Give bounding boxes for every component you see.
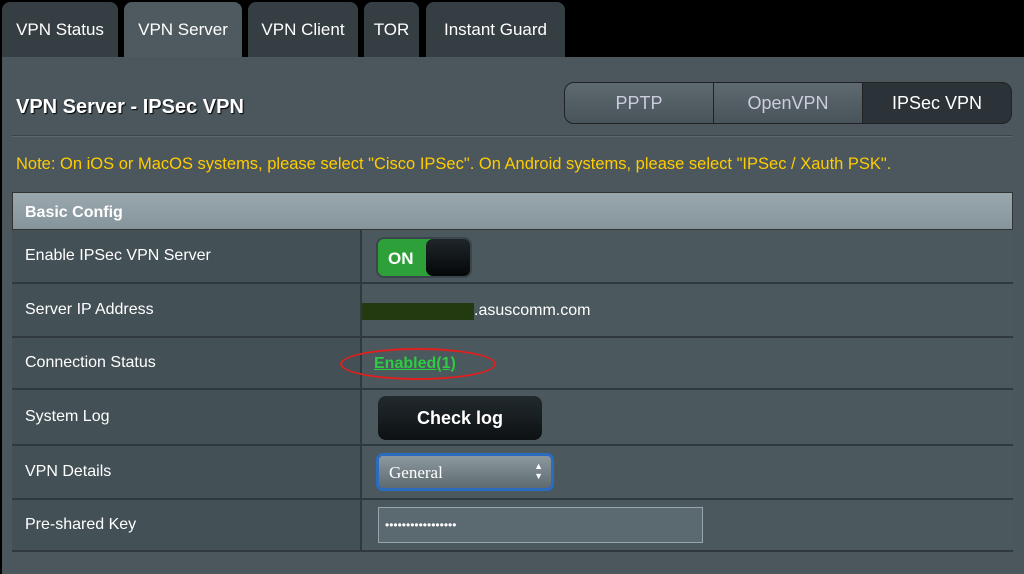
enable-toggle[interactable]: ON (376, 237, 472, 278)
select-value: General (389, 463, 443, 482)
protocol-ipsec[interactable]: IPSec VPN (862, 82, 1012, 124)
row-psk: Pre-shared Key (12, 500, 1013, 552)
label: System Log (12, 390, 362, 444)
tab-vpn-status[interactable]: VPN Status (2, 2, 118, 57)
tab-instant-guard[interactable]: Instant Guard (426, 2, 565, 57)
page-title: VPN Server - IPSec VPN (16, 96, 244, 118)
section-header: Basic Config (12, 192, 1013, 230)
toggle-knob (426, 239, 470, 276)
server-ip-value: .asuscomm.com (474, 302, 591, 319)
label: Enable IPSec VPN Server (12, 230, 362, 282)
row-server-ip: Server IP Address .asuscomm.com (12, 284, 1013, 338)
label: VPN Details (12, 446, 362, 498)
vpn-details-select[interactable]: General ▲ ▼ (376, 453, 554, 491)
divider (12, 135, 1012, 137)
row-enable: Enable IPSec VPN Server ON (12, 230, 1013, 284)
tab-tor[interactable]: TOR (364, 2, 419, 57)
updown-arrows-icon: ▲ ▼ (534, 461, 543, 481)
tab-vpn-server[interactable]: VPN Server (124, 2, 242, 57)
row-vpn-details: VPN Details General ▲ ▼ (12, 446, 1013, 500)
protocol-openvpn[interactable]: OpenVPN (713, 82, 863, 124)
row-connection-status: Connection Status Enabled(1) (12, 338, 1013, 390)
row-system-log: System Log Check log (12, 390, 1013, 446)
label: Server IP Address (12, 284, 362, 336)
protocol-pptp[interactable]: PPTP (564, 82, 714, 124)
connection-status-link[interactable]: Enabled(1) (374, 355, 456, 373)
tab-vpn-client[interactable]: VPN Client (248, 2, 358, 57)
toggle-label: ON (388, 249, 414, 268)
redacted-block (362, 303, 474, 320)
label: Pre-shared Key (12, 500, 362, 550)
psk-input[interactable] (378, 507, 703, 543)
check-log-button[interactable]: Check log (378, 396, 542, 440)
note-text: Note: On iOS or MacOS systems, please se… (16, 155, 892, 173)
label: Connection Status (12, 338, 362, 388)
